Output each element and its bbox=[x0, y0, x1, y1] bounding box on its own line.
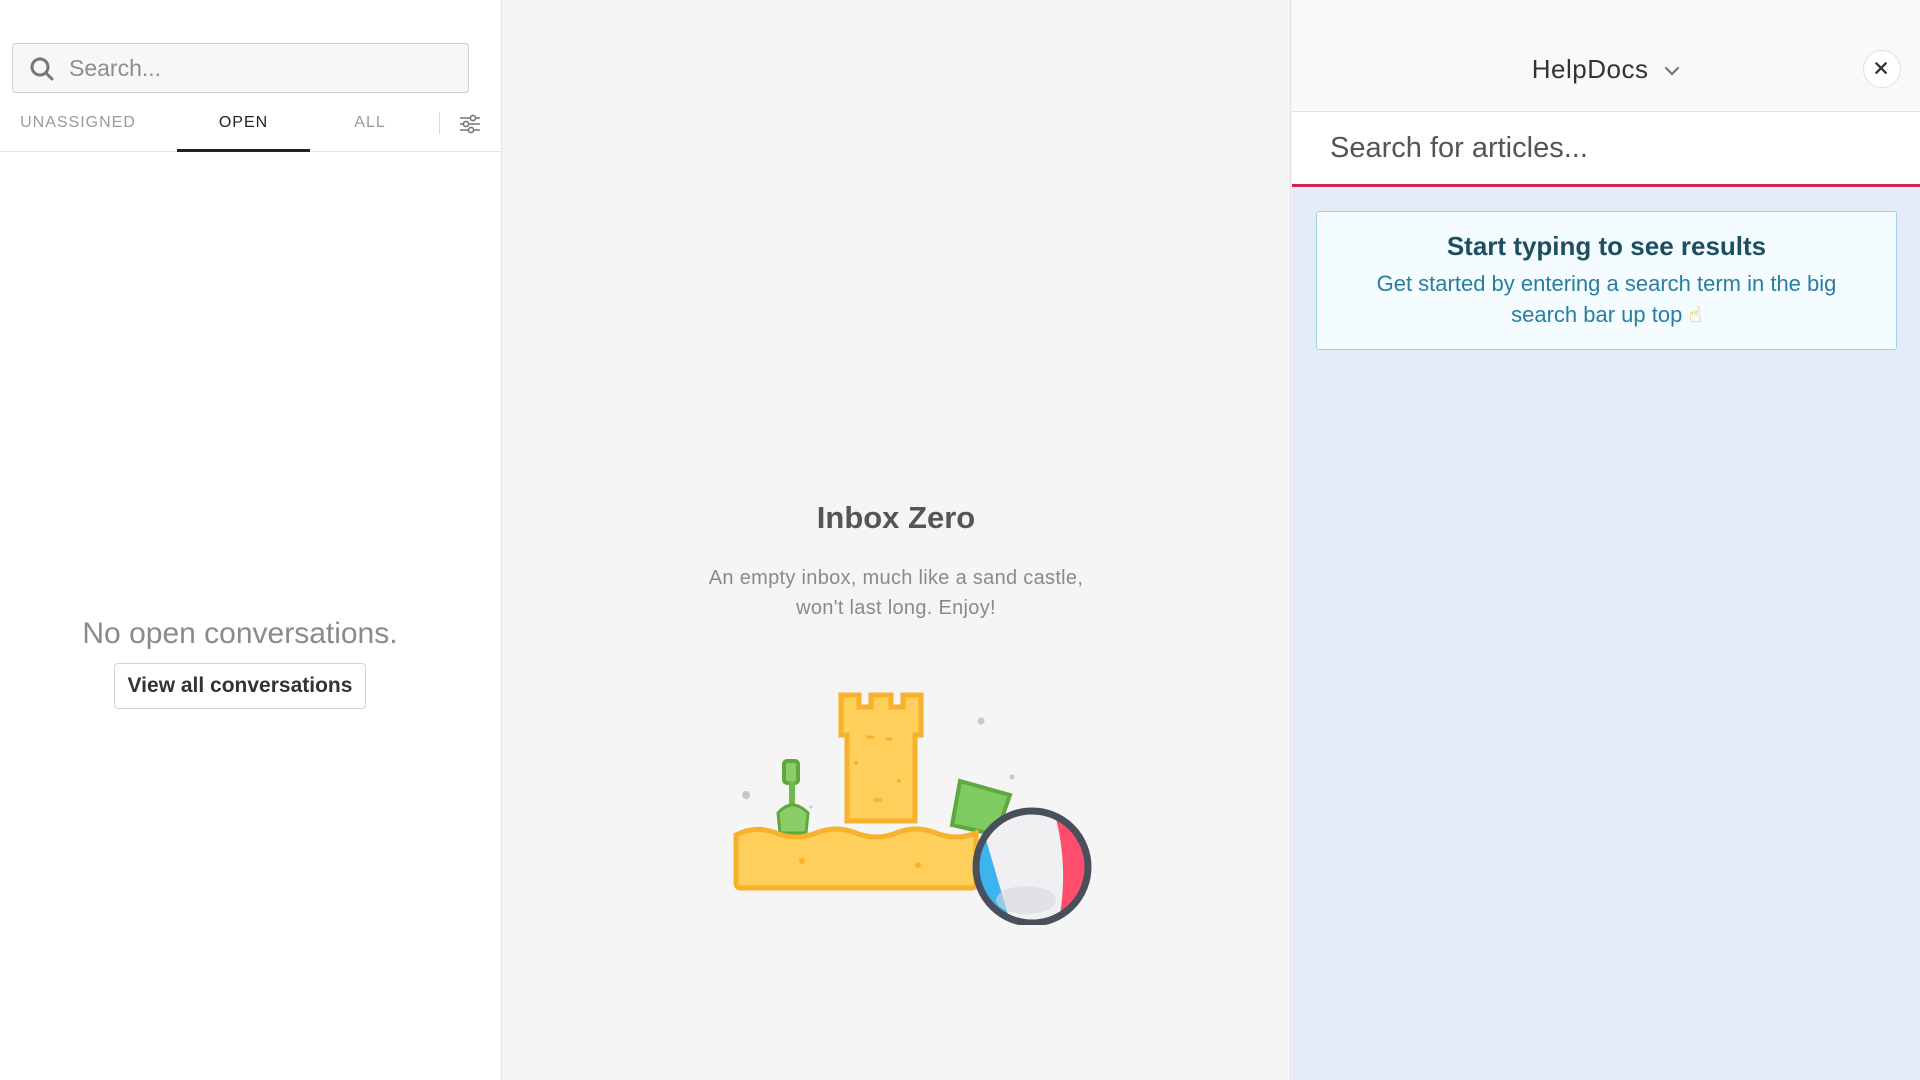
close-icon bbox=[1875, 62, 1887, 74]
empty-conversations-message: No open conversations. bbox=[82, 617, 398, 650]
pointing-up-icon: ☝ bbox=[1688, 302, 1702, 327]
article-search-bar[interactable] bbox=[1292, 112, 1920, 187]
helpdocs-header: HelpDocs bbox=[1292, 0, 1920, 112]
chevron-down-icon bbox=[1665, 67, 1680, 76]
search-hint-title: Start typing to see results bbox=[1446, 231, 1767, 261]
close-button[interactable] bbox=[1863, 50, 1901, 88]
inbox-zero-title: Inbox Zero bbox=[816, 500, 976, 535]
tab-divider bbox=[439, 112, 440, 134]
tab-all[interactable]: ALL bbox=[330, 106, 410, 152]
conversation-sidebar: UNASSIGNED OPEN ALL No open conversation… bbox=[0, 0, 502, 1080]
helpdocs-brand-dropdown[interactable]: HelpDocs bbox=[1292, 54, 1920, 85]
inbox-main: Inbox Zero An empty inbox, much like a s… bbox=[503, 0, 1291, 1080]
empty-conversations: No open conversations. View all conversa… bbox=[0, 617, 480, 709]
search-icon bbox=[30, 57, 54, 81]
search-hint-body: Get started by entering a search term in… bbox=[1357, 268, 1857, 330]
search-hint-card: Start typing to see results Get started … bbox=[1316, 211, 1897, 350]
tab-open[interactable]: OPEN bbox=[177, 106, 310, 152]
sand-castle-illustration bbox=[733, 692, 1092, 925]
conversation-tabs: UNASSIGNED OPEN ALL bbox=[0, 106, 501, 152]
view-all-conversations-button[interactable]: View all conversations bbox=[113, 663, 367, 709]
conversation-search-input[interactable] bbox=[69, 52, 459, 84]
inbox-zero-description: An empty inbox, much like a sand castle,… bbox=[708, 567, 1084, 619]
conversation-search[interactable] bbox=[12, 43, 469, 93]
search-hint-text: Get started by entering a search term in… bbox=[1376, 271, 1837, 327]
tab-unassigned[interactable]: UNASSIGNED bbox=[0, 106, 156, 152]
filter-icon[interactable] bbox=[456, 110, 484, 138]
helpdocs-panel: HelpDocs Start typing to see results Get… bbox=[1292, 0, 1920, 1080]
article-search-input[interactable] bbox=[1330, 128, 1890, 168]
helpdocs-brand-label: HelpDocs bbox=[1531, 54, 1649, 84]
